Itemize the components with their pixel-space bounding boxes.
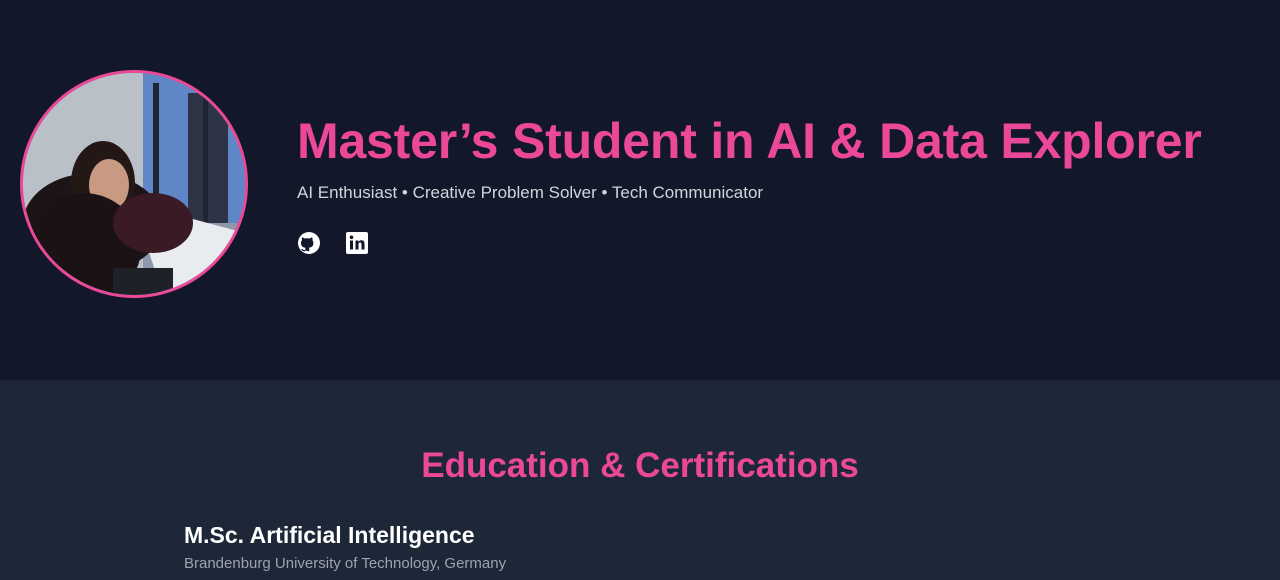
education-section: Education & Certifications M.Sc. Artific… <box>0 380 1280 580</box>
headline: Master’s Student in AI & Data Explorer <box>297 113 1202 169</box>
profile-photo <box>23 73 245 295</box>
github-icon <box>298 232 320 254</box>
degree-title: M.Sc. Artificial Intelligence <box>184 522 475 548</box>
tagline: AI Enthusiast • Creative Problem Solver … <box>297 183 764 202</box>
education-item: M.Sc. Artificial Intelligence Brandenbur… <box>184 522 506 572</box>
section-title: Education & Certifications <box>421 446 859 485</box>
school-name: Brandenburg University of Technology, Ge… <box>184 555 507 572</box>
github-link[interactable] <box>297 231 321 255</box>
linkedin-icon <box>346 232 368 254</box>
linkedin-link[interactable] <box>345 231 369 255</box>
hero-section: Master’s Student in AI & Data Explorer A… <box>0 0 1280 380</box>
social-links <box>297 231 369 255</box>
profile-avatar <box>20 70 248 298</box>
